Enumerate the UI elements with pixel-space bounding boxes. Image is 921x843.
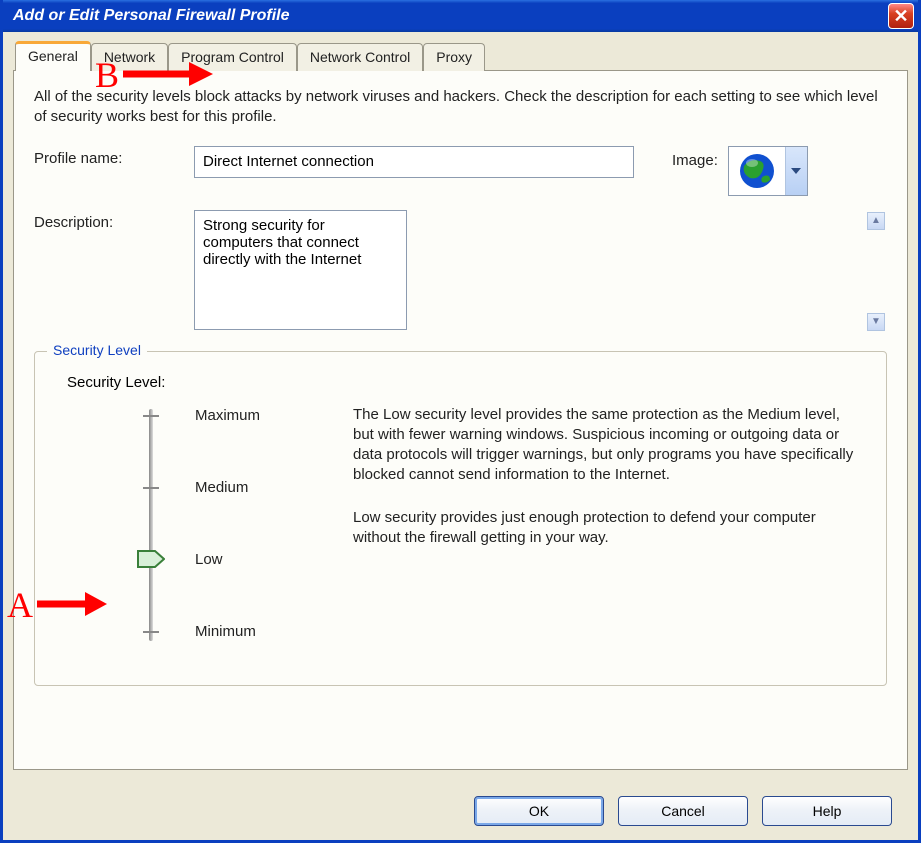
image-label: Image: — [672, 146, 718, 169]
slider-tick — [143, 487, 159, 489]
image-combo-drop-icon[interactable] — [785, 147, 807, 195]
description-label: Description: — [34, 210, 194, 231]
security-desc-p1: The Low security level provides the same… — [353, 405, 858, 486]
security-level-group: Security Level Security Level: — [34, 351, 887, 686]
scroll-down-icon[interactable]: ▼ — [867, 313, 885, 331]
level-medium: Medium — [195, 479, 248, 496]
window-title: Add or Edit Personal Firewall Profile — [13, 7, 888, 25]
help-button[interactable]: Help — [762, 796, 892, 826]
profile-name-label: Profile name: — [34, 146, 194, 167]
slider-tick — [143, 415, 159, 417]
level-low: Low — [195, 551, 223, 568]
tab-network[interactable]: Network — [91, 43, 168, 71]
slider-tick — [143, 631, 159, 633]
client-area: General Network Program Control Network … — [3, 32, 918, 840]
security-desc-p2: Low security provides just enough protec… — [353, 508, 858, 549]
close-button[interactable]: ✕ — [888, 3, 914, 29]
tab-general[interactable]: General — [15, 41, 91, 71]
slider-tick — [143, 559, 159, 561]
tab-strip: General Network Program Control Network … — [15, 40, 908, 70]
security-level-description: The Low security level provides the same… — [353, 405, 868, 655]
profile-name-input[interactable] — [194, 146, 634, 178]
description-textarea[interactable] — [194, 210, 407, 330]
ok-button[interactable]: OK — [474, 796, 604, 826]
image-combo[interactable] — [728, 146, 808, 196]
security-level-legend: Security Level — [47, 342, 147, 358]
dialog-window: Add or Edit Personal Firewall Profile ✕ … — [0, 0, 921, 843]
dialog-button-row: OK Cancel Help — [474, 796, 892, 826]
intro-text: All of the security levels block attacks… — [34, 87, 887, 128]
globe-icon — [729, 147, 785, 195]
level-minimum: Minimum — [195, 623, 256, 640]
scroll-up-icon[interactable]: ▲ — [867, 212, 885, 230]
tab-proxy[interactable]: Proxy — [423, 43, 485, 71]
slider-track — [149, 409, 153, 641]
security-level-slider[interactable]: Maximum Medium Low Minimum — [53, 405, 353, 655]
tab-program-control[interactable]: Program Control — [168, 43, 297, 71]
tab-panel-general: All of the security levels block attacks… — [13, 70, 908, 770]
security-level-label: Security Level: — [67, 374, 868, 391]
level-maximum: Maximum — [195, 407, 260, 424]
titlebar: Add or Edit Personal Firewall Profile ✕ — [3, 0, 918, 32]
cancel-button[interactable]: Cancel — [618, 796, 748, 826]
tab-network-control[interactable]: Network Control — [297, 43, 423, 71]
